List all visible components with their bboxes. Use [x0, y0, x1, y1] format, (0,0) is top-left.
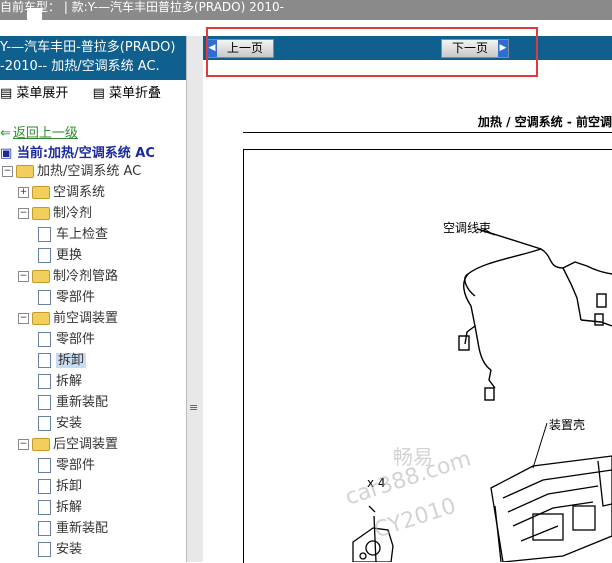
highlight-box: [206, 27, 538, 77]
document-icon: [38, 395, 51, 410]
document-icon: [38, 332, 51, 347]
tree-node-label: 拆解: [56, 500, 83, 515]
collapse-menu-button[interactable]: ▤ 菜单折叠: [93, 86, 171, 101]
title-square-icon: [27, 8, 42, 22]
document-icon: [38, 458, 51, 473]
document-icon: [38, 500, 51, 515]
tree-node[interactable]: 更换: [38, 246, 82, 266]
folder-icon: [32, 438, 50, 451]
tree-node-label: 拆卸: [56, 479, 83, 494]
tree-node-label: 零部件: [56, 458, 96, 473]
tree-node-label: 拆解: [56, 374, 83, 389]
header-line-2: -2010-- 加热/空调系统 AC.: [0, 59, 160, 74]
tree-node[interactable]: 零部件: [38, 330, 95, 350]
back-arrow-icon: ⇐: [0, 126, 11, 141]
collapse-toggle-icon[interactable]: −: [18, 313, 29, 324]
window-title: 自前车型： | 款:Y-—汽车丰田普拉多(PRADO) 2010-: [0, 0, 284, 14]
collapse-toggle-icon[interactable]: −: [18, 208, 29, 219]
document-icon: [38, 248, 51, 263]
collapse-toggle-icon[interactable]: −: [18, 271, 29, 282]
tree-node[interactable]: 安装: [38, 540, 82, 560]
tree-node[interactable]: 拆卸: [38, 477, 82, 497]
housing-drawing: [490, 455, 612, 562]
content-panel: ◀ 上一页 下一页 ▶ 加热 / 空调系统 - 前空调 空调线束 装置壳 x 4: [203, 36, 612, 563]
folder-icon: [32, 186, 50, 199]
document-icon: [38, 479, 51, 494]
tree-node[interactable]: 拆卸: [38, 351, 87, 371]
back-label: 返回上一级: [12, 126, 78, 141]
tree-node-label: 安装: [56, 416, 83, 431]
tree-node[interactable]: − 加热/空调系统 AC: [2, 162, 141, 182]
document-icon: [38, 353, 51, 368]
tree-node-label: 重新装配: [56, 395, 109, 410]
tree-node[interactable]: + 空调系统: [18, 183, 105, 203]
document-icon: [38, 542, 51, 557]
folder-icon: [16, 165, 34, 178]
tree-node-label: 制冷剂管路: [53, 269, 119, 284]
tree-node-label: 空调系统: [53, 185, 106, 200]
folder-icon: [32, 207, 50, 220]
folder-icon: [32, 270, 50, 283]
tree-node[interactable]: − 制冷剂管路: [18, 267, 118, 287]
current-location: ▣ 当前:加热/空调系统 AC: [0, 142, 155, 161]
tree-node-label: 拆卸: [56, 353, 87, 368]
tree-node[interactable]: − 前空调装置: [18, 309, 118, 329]
tree-node-label: 前空调装置: [53, 311, 119, 326]
tree-node-label: 制冷剂: [53, 206, 93, 221]
expand-label: 菜单展开: [16, 86, 69, 101]
tree-node-label: 加热/空调系统 AC: [37, 164, 142, 179]
tree-node[interactable]: − 制冷剂: [18, 204, 92, 224]
expand-menu-button[interactable]: ▤ 菜单展开: [0, 86, 78, 101]
back-link[interactable]: ⇐ 返回上一级: [0, 122, 78, 141]
tree-node[interactable]: 重新装配: [38, 519, 108, 539]
collapse-toggle-icon[interactable]: −: [2, 166, 13, 177]
tree-node-label: 零部件: [56, 332, 96, 347]
tree-node-label: 重新装配: [56, 521, 109, 536]
tree-node-label: 车上检查: [56, 227, 109, 242]
tree-header: Y-—汽车丰田-普拉多(PRADO) -2010-- 加热/空调系统 AC.: [0, 36, 186, 80]
tree-node-label: 零部件: [56, 290, 96, 305]
tree-node-label: 后空调装置: [53, 437, 119, 452]
panel-splitter[interactable]: ≡: [186, 36, 204, 562]
tree-node-label: 更换: [56, 248, 83, 263]
tree-node[interactable]: 拆解: [38, 372, 82, 392]
folder-icon: [32, 312, 50, 325]
collapse-toggle-icon[interactable]: −: [18, 439, 29, 450]
computer-icon: ▣: [0, 146, 13, 161]
tree-node[interactable]: 拆解: [38, 498, 82, 518]
tree-node[interactable]: − 后空调装置: [18, 435, 118, 455]
title-bar: 自前车型： | 款:Y-—汽车丰田普拉多(PRADO) 2010-: [0, 0, 612, 22]
tree-node[interactable]: 车上检查: [38, 225, 108, 245]
tree-node[interactable]: 安装: [38, 414, 82, 434]
splitter-grip-icon: ≡: [189, 401, 199, 414]
document-icon: [38, 521, 51, 536]
tree-node[interactable]: 零部件: [38, 456, 95, 476]
tree-node-label: 安装: [56, 542, 83, 557]
header-line-1: Y-—汽车丰田-普拉多(PRADO): [0, 40, 176, 55]
document-icon: [38, 374, 51, 389]
current-label: 当前:加热/空调系统 AC: [16, 146, 155, 161]
harness-drawing: [458, 228, 612, 401]
document-icon: [38, 416, 51, 431]
menu-ops: ▤ 菜单展开 ▤ 菜单折叠: [0, 82, 181, 101]
document-icon: [38, 227, 51, 242]
document-icon: [38, 290, 51, 305]
expand-toggle-icon[interactable]: +: [18, 187, 29, 198]
collapse-label: 菜单折叠: [109, 86, 162, 101]
tree-node[interactable]: 重新装配: [38, 393, 108, 413]
left-panel: Y-—汽车丰田-普拉多(PRADO) -2010-- 加热/空调系统 AC. ▤…: [0, 36, 186, 562]
tree-node[interactable]: 零部件: [38, 288, 95, 308]
